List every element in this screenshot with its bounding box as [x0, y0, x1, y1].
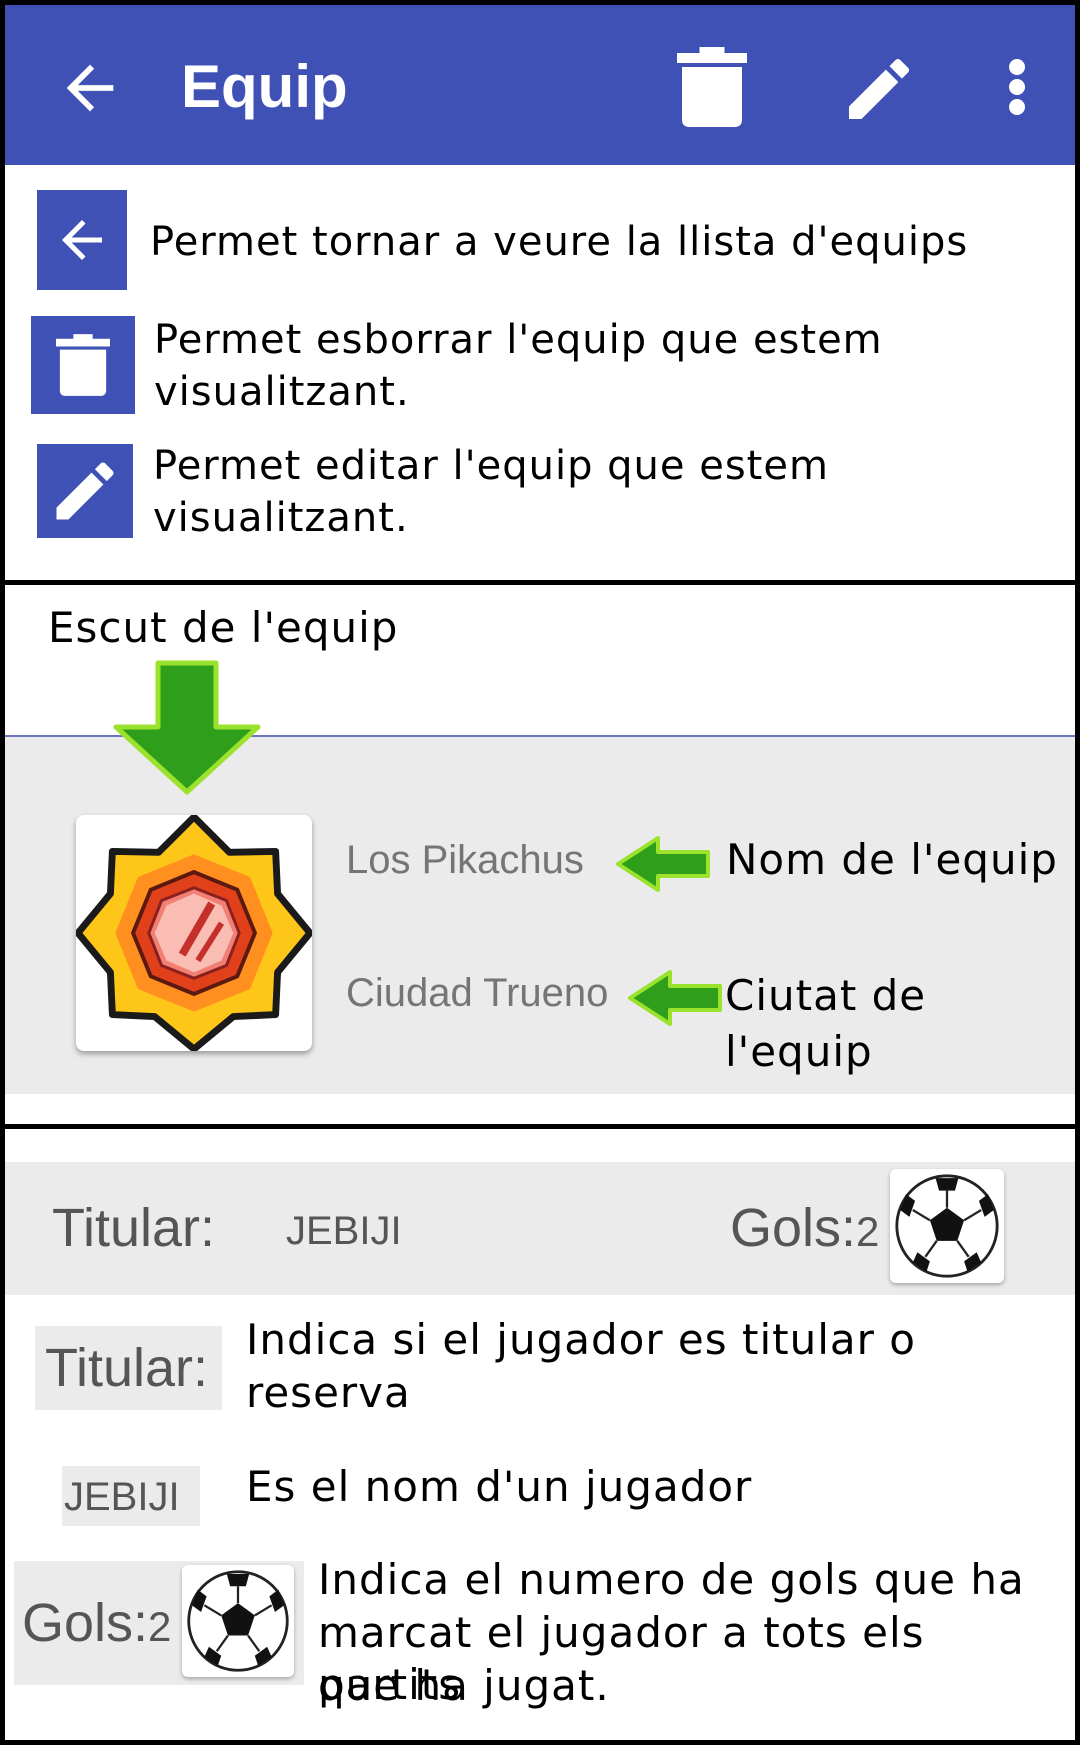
team-name-annotation: Nom de l'equip: [726, 835, 1058, 884]
goals-value: 2: [856, 1208, 880, 1255]
team-crest[interactable]: [74, 813, 314, 1053]
down-arrow-annotation: [113, 660, 261, 795]
player-status-label: Titular:: [52, 1198, 216, 1258]
legend-edit-icon-box: [37, 444, 133, 538]
status-explanation-1: Indica si el jugador es titular o: [246, 1315, 916, 1364]
legend-back-icon-box: [37, 190, 127, 290]
crest-annotation: Escut de l'equip: [48, 603, 399, 652]
legend-back-text: Permet tornar a veure la llista d'equips: [150, 219, 969, 265]
goals-explanation-3: que ha jugat.: [318, 1661, 610, 1710]
status-explanation-2: reserva: [246, 1368, 411, 1417]
goals-ball: [890, 1169, 1004, 1283]
legend-delete-icon-box: [31, 316, 135, 414]
name-sample-text: JEBIJI: [64, 1475, 180, 1519]
player-name: JEBIJI: [286, 1209, 402, 1253]
team-name: Los Pikachus: [346, 838, 584, 882]
pencil-icon[interactable]: [839, 49, 919, 129]
player-goals: Gols:2: [730, 1196, 879, 1274]
page-title: Equip: [181, 53, 348, 120]
left-arrow-annotation: [628, 970, 722, 1026]
legend-edit-text-1: Permet editar l'equip que estem: [153, 443, 829, 489]
trash-icon: [56, 334, 110, 396]
goals-sample-box: Gols:2: [14, 1561, 304, 1685]
team-city-annotation: Ciutat de l'equip: [725, 971, 927, 1076]
goals-explanation-1: Indica el numero de gols que ha: [318, 1555, 1025, 1604]
soccer-ball-icon: [895, 1174, 999, 1278]
goals-ball: [182, 1565, 294, 1677]
goals-label: Gols:: [730, 1198, 857, 1258]
name-explanation: Es el nom d'un jugador: [246, 1462, 753, 1511]
divider: [5, 1124, 1075, 1129]
goals-label: Gols:: [22, 1593, 149, 1653]
status-sample-text: Titular:: [45, 1338, 209, 1398]
left-arrow-annotation: [616, 836, 710, 892]
more-vert-icon[interactable]: [997, 57, 1037, 117]
pencil-icon: [56, 462, 114, 520]
divider: [5, 580, 1075, 585]
legend-edit-text-2: visualitzant.: [153, 495, 409, 541]
status-sample-box: Titular:: [35, 1326, 222, 1410]
back-arrow-icon[interactable]: [55, 53, 125, 123]
trash-icon[interactable]: [677, 47, 747, 127]
legend-delete-text-2: visualitzant.: [154, 369, 410, 415]
team-city: Ciudad Trueno: [346, 971, 609, 1015]
goals-sample-text: Gols:2: [22, 1591, 171, 1669]
back-arrow-icon: [62, 220, 102, 260]
legend-delete-text-1: Permet esborrar l'equip que estem: [154, 317, 883, 363]
goals-value: 2: [148, 1603, 172, 1650]
app-bar: Equip: [5, 5, 1075, 165]
crest-emblem-icon: [74, 813, 314, 1053]
name-sample-box: JEBIJI: [62, 1466, 200, 1526]
soccer-ball-icon: [187, 1570, 289, 1672]
